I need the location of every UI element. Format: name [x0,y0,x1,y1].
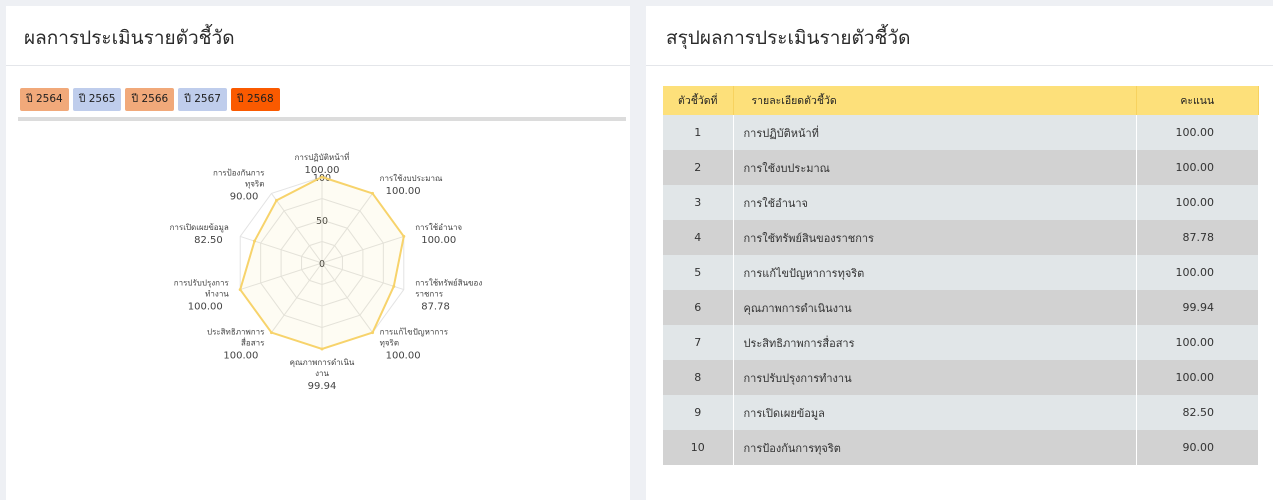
row-score: 100.00 [1136,325,1259,360]
page: ผลการประเมินรายตัวชี้วัด ปี 2564 ปี 2565… [0,0,1273,500]
row-no: 5 [663,255,734,290]
year-selector-underline [18,117,626,121]
radar-axis-label: ประสิทธิภาพการสื่อสาร [207,327,265,347]
radar-axis-label: การปฏิบัติหน้าที่ [295,151,350,162]
table-row: 8 การปรับปรุงการทำงาน 100.00 [663,360,1259,395]
radar-value-label: 82.50 [194,235,223,246]
radar-axis-label: การปรับปรุงการทำงาน [174,278,230,298]
radar-data-point [275,198,279,202]
radar-axis-label: การใช้ทรัพย์สินของราชการ [415,277,482,298]
radar-axis-label: การใช้งบประมาณ [380,174,443,183]
row-desc: คุณภาพการดำเนินงาน [733,290,1137,325]
table-row: 6 คุณภาพการดำเนินงาน 99.94 [663,290,1259,325]
radar-chart: 050100การปฏิบัติหน้าที่100.00การใช้งบประ… [170,151,483,392]
table-row: 10 การป้องกันการทุจริต 90.00 [663,430,1259,465]
indicator-results-card: ผลการประเมินรายตัวชี้วัด ปี 2564 ปี 2565… [6,6,630,500]
row-score: 82.50 [1136,395,1259,430]
row-score: 100.00 [1136,150,1259,185]
row-no: 7 [663,325,734,360]
table-row: 3 การใช้อำนาจ 100.00 [663,185,1259,220]
row-score: 100.00 [1136,185,1259,220]
row-desc: การใช้ทรัพย์สินของราชการ [733,220,1137,255]
radar-value-label: 100.00 [386,350,421,361]
row-no: 9 [663,395,734,430]
row-score: 87.78 [1136,220,1259,255]
radar-data-point [371,331,375,335]
row-no: 6 [663,290,734,325]
summary-table: ตัวชี้วัดที่ รายละเอียดตัวชี้วัด คะแนน 1… [663,86,1259,465]
radar-data-point [238,288,242,292]
table-row: 1 การปฏิบัติหน้าที่ 100.00 [663,115,1259,150]
row-no: 2 [663,150,734,185]
row-no: 8 [663,360,734,395]
year-button-2566[interactable]: ปี 2566 [125,88,175,111]
header-score: คะแนน [1136,86,1259,115]
row-score: 99.94 [1136,290,1259,325]
header-indicator-desc: รายละเอียดตัวชี้วัด [733,86,1137,115]
radar-axis-label: การเปิดเผยข้อมูล [170,223,229,233]
radar-data-point [253,239,257,243]
row-score: 100.00 [1136,360,1259,395]
row-desc: ประสิทธิภาพการสื่อสาร [733,325,1137,360]
row-score: 100.00 [1136,115,1259,150]
table-row: 2 การใช้งบประมาณ 100.00 [663,150,1259,185]
header-indicator-no: ตัวชี้วัดที่ [663,86,734,115]
row-desc: การปฏิบัติหน้าที่ [733,115,1137,150]
row-no: 10 [663,430,734,465]
row-desc: การปรับปรุงการทำงาน [733,360,1137,395]
year-button-2564[interactable]: ปี 2564 [20,88,69,111]
year-button-2568[interactable]: ปี 2568 [230,88,280,111]
radar-axis-label: คุณภาพการดำเนินงาน [290,358,355,378]
table-row: 4 การใช้ทรัพย์สินของราชการ 87.78 [663,220,1259,255]
year-button-2565[interactable]: ปี 2565 [72,88,122,111]
radar-axis-label: การแก้ไขปัญหาการทุจริต [380,327,449,347]
radar-value-label: 90.00 [230,192,259,203]
row-score: 90.00 [1136,430,1259,465]
radar-axis-label: การป้องกันการทุจริต [213,169,265,189]
radar-value-label: 87.78 [421,301,450,312]
radar-value-label: 100.00 [386,186,421,197]
row-score: 100.00 [1136,255,1259,290]
indicator-summary-title: สรุปผลการประเมินรายตัวชี้วัด [646,6,1273,66]
radar-data-point [402,234,406,238]
year-selector: ปี 2564 ปี 2565 ปี 2566 ปี 2567 ปี 2568 [20,88,280,111]
radar-data-point [371,191,375,195]
table-row: 7 ประสิทธิภาพการสื่อสาร 100.00 [663,325,1259,360]
table-row: 9 การเปิดเผยข้อมูล 82.50 [663,395,1259,430]
radar-value-label: 100.00 [223,350,258,361]
row-no: 1 [663,115,734,150]
radar-value-label: 100.00 [188,301,223,312]
radar-value-label: 100.00 [305,165,340,176]
row-desc: การใช้อำนาจ [733,185,1137,220]
year-button-2567[interactable]: ปี 2567 [178,88,227,111]
table-header-row: ตัวชี้วัดที่ รายละเอียดตัวชี้วัด คะแนน [663,86,1259,115]
row-desc: การใช้งบประมาณ [733,150,1137,185]
radar-value-label: 99.94 [308,381,337,392]
radar-data-point [320,347,324,351]
indicator-summary-card: สรุปผลการประเมินรายตัวชี้วัด ตัวชี้วัดที… [646,6,1273,500]
radar-data-point [269,331,273,335]
radar-data-point [392,284,396,288]
row-desc: การแก้ไขปัญหาการทุจริต [733,255,1137,290]
table-row: 5 การแก้ไขปัญหาการทุจริต 100.00 [663,255,1259,290]
row-no: 3 [663,185,734,220]
radar-axis-label: การใช้อำนาจ [415,223,462,232]
row-desc: การป้องกันการทุจริต [733,430,1137,465]
indicator-results-title: ผลการประเมินรายตัวชี้วัด [6,6,630,66]
row-no: 4 [663,220,734,255]
radar-value-label: 100.00 [421,235,456,246]
row-desc: การเปิดเผยข้อมูล [733,395,1137,430]
